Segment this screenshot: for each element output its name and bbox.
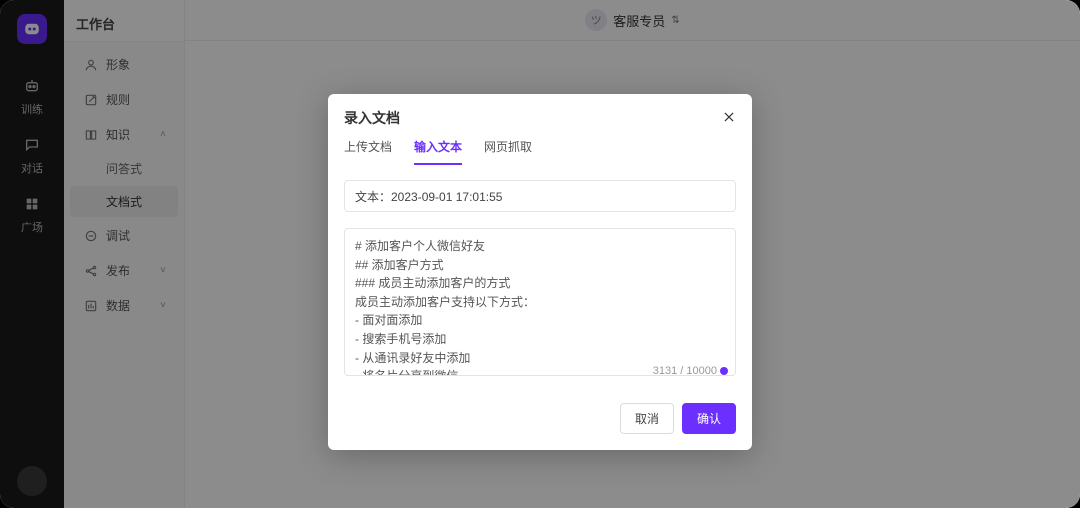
status-dot-icon xyxy=(720,367,728,375)
tab-label: 上传文档 xyxy=(344,140,392,154)
modal-title: 录入文档 xyxy=(344,108,400,128)
modal-body: 3131 / 10000 xyxy=(328,166,752,381)
tab-text[interactable]: 输入文本 xyxy=(414,138,462,165)
button-label: 确认 xyxy=(697,412,721,426)
window-frame: 训练 对话 广场 工作台 形象 xyxy=(0,0,1080,508)
modal-footer: 取消 确认 xyxy=(328,381,752,450)
tab-label: 输入文本 xyxy=(414,140,462,154)
char-counter: 3131 / 10000 xyxy=(653,365,728,377)
close-icon[interactable] xyxy=(722,110,736,127)
modal-overlay: 录入文档 上传文档 输入文本 网页抓取 3131 / 10000 取消 确认 xyxy=(0,0,1080,508)
textarea-wrap: 3131 / 10000 xyxy=(344,228,736,381)
doc-title-input[interactable] xyxy=(344,180,736,212)
button-label: 取消 xyxy=(635,412,659,426)
counter-text: 3131 / 10000 xyxy=(653,365,717,377)
tab-crawl[interactable]: 网页抓取 xyxy=(484,138,532,165)
cancel-button[interactable]: 取消 xyxy=(620,403,674,434)
tab-upload[interactable]: 上传文档 xyxy=(344,138,392,165)
import-document-modal: 录入文档 上传文档 输入文本 网页抓取 3131 / 10000 取消 确认 xyxy=(328,94,752,450)
tab-label: 网页抓取 xyxy=(484,140,532,154)
modal-tabs: 上传文档 输入文本 网页抓取 xyxy=(328,134,752,166)
doc-body-textarea[interactable] xyxy=(344,228,736,376)
modal-header: 录入文档 xyxy=(328,94,752,134)
confirm-button[interactable]: 确认 xyxy=(682,403,736,434)
